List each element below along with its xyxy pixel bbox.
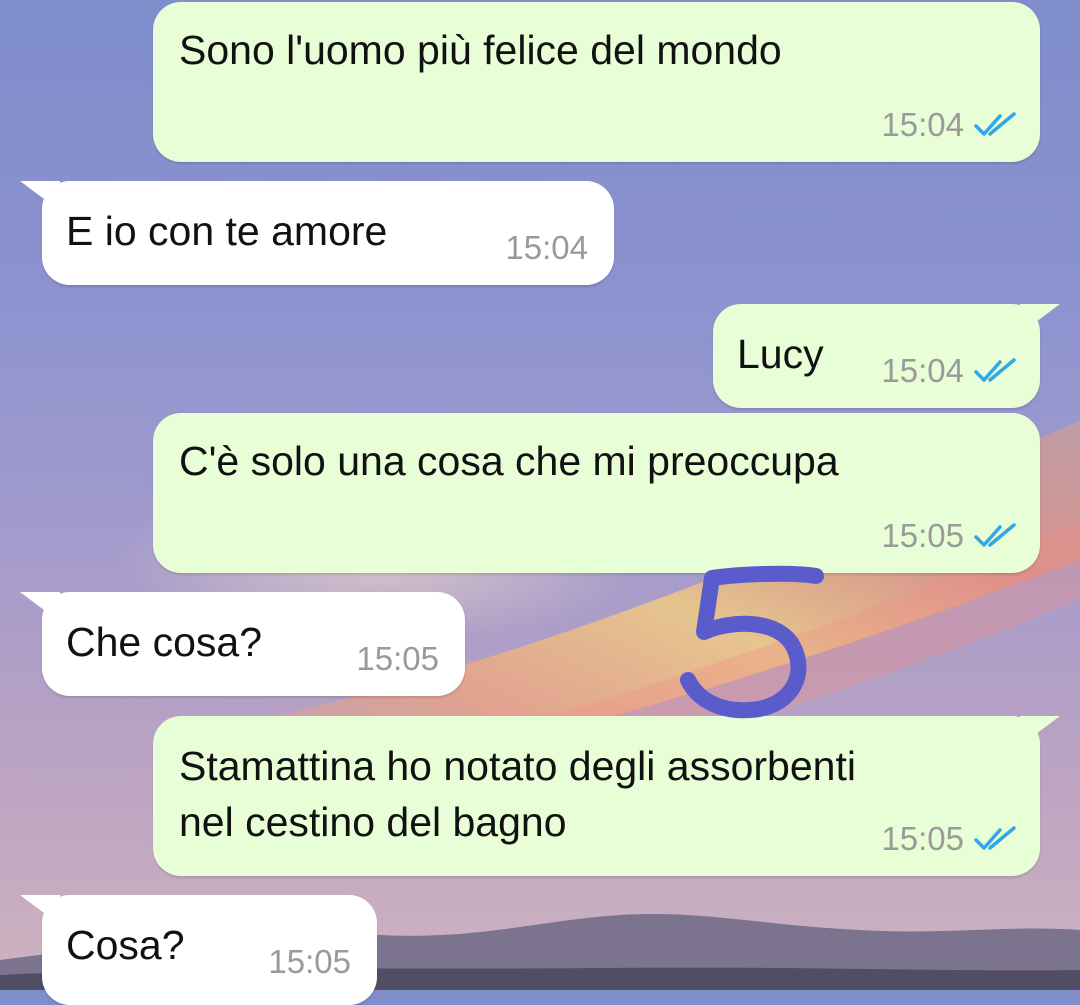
message-bubble-incoming[interactable]: E io con te amore 15:04 xyxy=(42,181,614,285)
message-text: C'è solo una cosa che mi preoccupa xyxy=(179,438,839,484)
message-text: E io con te amore xyxy=(66,208,388,254)
message-text: Lucy xyxy=(737,331,824,377)
message-bubble-outgoing[interactable]: Stamattina ho notato degli assorbenti ne… xyxy=(153,716,1040,876)
message-meta: 15:04 xyxy=(505,229,588,267)
double-check-icon xyxy=(974,112,1016,138)
bubble-tail xyxy=(20,592,60,622)
message-time: 15:05 xyxy=(881,517,964,554)
bubble-tail xyxy=(20,895,60,925)
handwritten-five-annotation xyxy=(680,565,824,719)
message-meta: 15:04 xyxy=(881,106,1016,144)
message-time: 15:05 xyxy=(356,640,439,677)
message-bubble-incoming[interactable]: Che cosa? 15:05 xyxy=(42,592,465,696)
bubble-tail xyxy=(1020,716,1060,746)
message-meta: 15:05 xyxy=(356,640,439,678)
message-meta: 15:05 xyxy=(268,943,351,981)
message-bubble-outgoing[interactable]: Lucy 15:04 xyxy=(713,304,1040,408)
message-meta: 15:05 xyxy=(881,517,1016,555)
bubble-tail xyxy=(20,181,60,211)
message-time: 15:05 xyxy=(268,943,351,980)
message-bubble-incoming[interactable]: Cosa? 15:05 xyxy=(42,895,377,1005)
message-text: Cosa? xyxy=(66,922,185,968)
message-text: Stamattina ho notato degli assorbenti ne… xyxy=(179,743,856,845)
double-check-icon xyxy=(974,358,1016,384)
double-check-icon xyxy=(974,523,1016,549)
message-meta: 15:04 xyxy=(881,352,1016,390)
message-time: 15:04 xyxy=(881,106,964,143)
message-bubble-outgoing[interactable]: C'è solo una cosa che mi preoccupa 15:05 xyxy=(153,413,1040,573)
message-text: Sono l'uomo più felice del mondo xyxy=(179,27,782,73)
message-time: 15:04 xyxy=(505,229,588,266)
message-text: Che cosa? xyxy=(66,619,263,665)
chat-area[interactable]: Sono l'uomo più felice del mondo 15:04 E… xyxy=(0,0,1080,1005)
message-time: 15:04 xyxy=(881,352,964,389)
message-bubble-outgoing[interactable]: Sono l'uomo più felice del mondo 15:04 xyxy=(153,2,1040,162)
message-time: 15:05 xyxy=(881,820,964,857)
message-meta: 15:05 xyxy=(881,820,1016,858)
bubble-tail xyxy=(1020,304,1060,334)
double-check-icon xyxy=(974,826,1016,852)
